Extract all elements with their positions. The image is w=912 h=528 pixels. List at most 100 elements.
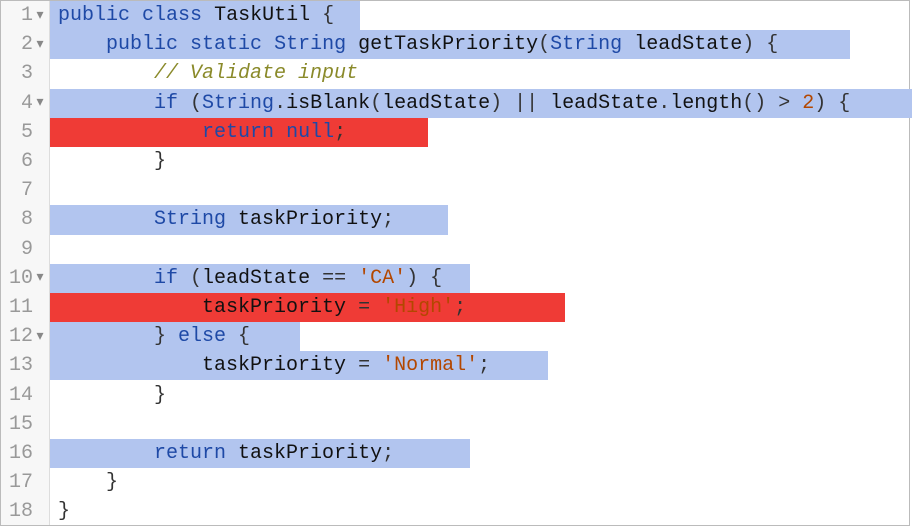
gutter-row: 11 — [1, 293, 49, 322]
gutter-row: 9 — [1, 235, 49, 264]
token-pn: = — [346, 354, 382, 377]
line-number: 16 — [7, 442, 33, 465]
token-ty: String — [154, 208, 226, 231]
token-pn: ( — [178, 92, 202, 115]
token-fn: getTaskPriority — [358, 33, 538, 56]
token-id: leadState — [382, 92, 490, 115]
token-id: leadState — [202, 267, 310, 290]
token-kw: public — [58, 4, 130, 27]
token-pn: ; — [334, 121, 346, 144]
code-line[interactable]: if (String.isBlank(leadState) || leadSta… — [50, 89, 909, 118]
gutter-row: 14 — [1, 380, 49, 409]
token-kw: class — [142, 4, 202, 27]
token-pn — [274, 121, 286, 144]
code-line[interactable]: return taskPriority; — [50, 439, 909, 468]
token-ty: String — [202, 92, 274, 115]
code-line[interactable]: if (leadState == 'CA') { — [50, 264, 909, 293]
token-pn: ) { — [814, 92, 850, 115]
fold-toggle[interactable]: ▾ — [33, 9, 47, 23]
token-pn — [58, 296, 202, 319]
gutter-row: 18 — [1, 497, 49, 526]
token-pn — [58, 208, 154, 231]
code-line[interactable]: } — [50, 147, 909, 176]
line-number: 1 — [7, 4, 33, 27]
line-number: 18 — [7, 500, 33, 523]
gutter-row: 4▾ — [1, 89, 49, 118]
token-pn: = — [346, 296, 382, 319]
token-kw: static — [190, 33, 262, 56]
gutter-row: 1▾ — [1, 1, 49, 30]
fold-toggle[interactable]: ▾ — [33, 96, 47, 110]
line-text: String taskPriority; — [50, 208, 394, 231]
gutter-row: 17 — [1, 468, 49, 497]
token-nm: 2 — [802, 92, 814, 115]
code-editor[interactable]: 1▾2▾34▾5678910▾1112▾131415161718 public … — [0, 0, 910, 526]
line-number: 11 — [7, 296, 33, 319]
code-line[interactable] — [50, 176, 909, 205]
token-id: leadState — [634, 33, 742, 56]
gutter-row: 15 — [1, 410, 49, 439]
token-pn: } — [58, 150, 166, 173]
code-line[interactable]: public class TaskUtil { — [50, 1, 909, 30]
token-pn: ; — [382, 208, 394, 231]
line-number: 17 — [7, 471, 33, 494]
token-ty: String — [550, 33, 622, 56]
token-pn: ; — [454, 296, 466, 319]
token-pn — [58, 267, 154, 290]
token-pn: == — [310, 267, 358, 290]
code-area[interactable]: public class TaskUtil { public static St… — [50, 1, 909, 525]
token-id: TaskUtil — [214, 4, 310, 27]
line-text: } else { — [50, 325, 250, 348]
line-number: 13 — [7, 354, 33, 377]
token-pn — [622, 33, 634, 56]
token-id: taskPriority — [238, 208, 382, 231]
fold-toggle[interactable]: ▾ — [33, 38, 47, 52]
code-line[interactable]: } — [50, 380, 909, 409]
code-line[interactable]: String taskPriority; — [50, 205, 909, 234]
gutter-row: 6 — [1, 147, 49, 176]
token-kw: if — [154, 92, 178, 115]
line-text: } — [50, 384, 166, 407]
line-number: 3 — [7, 62, 33, 85]
code-line[interactable]: } else { — [50, 322, 909, 351]
fold-toggle[interactable]: ▾ — [33, 271, 47, 285]
token-pn: } — [58, 325, 178, 348]
token-pn — [226, 208, 238, 231]
gutter-row: 3 — [1, 59, 49, 88]
token-pn — [130, 4, 142, 27]
gutter: 1▾2▾34▾5678910▾1112▾131415161718 — [1, 1, 50, 525]
code-line[interactable]: // Validate input — [50, 59, 909, 88]
token-pn: ( — [178, 267, 202, 290]
code-line[interactable] — [50, 410, 909, 439]
token-pn: ; — [478, 354, 490, 377]
token-st: 'Normal' — [382, 354, 478, 377]
fold-toggle[interactable]: ▾ — [33, 330, 47, 344]
token-pn: } — [58, 384, 166, 407]
token-cm: // Validate input — [154, 62, 358, 85]
token-pn: } — [58, 500, 70, 523]
code-line[interactable] — [50, 235, 909, 264]
line-text: taskPriority = 'Normal'; — [50, 354, 490, 377]
code-line[interactable]: return null; — [50, 118, 909, 147]
gutter-row: 5 — [1, 118, 49, 147]
token-pn: ( — [538, 33, 550, 56]
code-line[interactable]: taskPriority = 'High'; — [50, 293, 909, 322]
code-line[interactable]: } — [50, 497, 909, 526]
gutter-row: 13 — [1, 351, 49, 380]
line-number: 12 — [7, 325, 33, 348]
token-kw: if — [154, 267, 178, 290]
code-line[interactable]: } — [50, 468, 909, 497]
token-id: taskPriority — [238, 442, 382, 465]
token-pn — [262, 33, 274, 56]
token-ty: String — [274, 33, 346, 56]
line-text: return taskPriority; — [50, 442, 394, 465]
line-number: 6 — [7, 150, 33, 173]
code-line[interactable]: public static String getTaskPriority(Str… — [50, 30, 909, 59]
line-text: // Validate input — [50, 62, 358, 85]
line-text: if (String.isBlank(leadState) || leadSta… — [50, 92, 850, 115]
token-pn — [58, 121, 202, 144]
code-line[interactable]: taskPriority = 'Normal'; — [50, 351, 909, 380]
line-number: 15 — [7, 413, 33, 436]
token-pn: ) { — [406, 267, 442, 290]
token-pn — [226, 442, 238, 465]
